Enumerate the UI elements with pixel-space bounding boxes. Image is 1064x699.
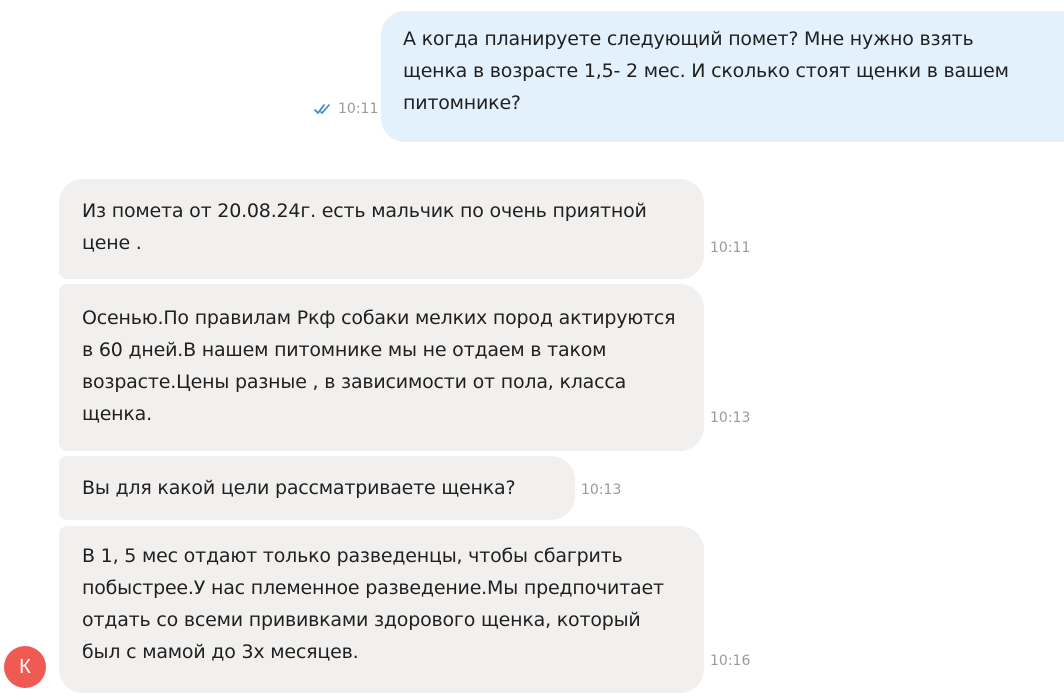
avatar-initial: К — [19, 656, 31, 678]
message-time: 10:11 — [710, 240, 751, 256]
message-text: Из помета от 20.08.24г. есть мальчик по … — [82, 200, 647, 254]
message-time: 10:11 — [338, 101, 379, 117]
outgoing-message-bubble[interactable]: А когда планируете следующий помет? Мне … — [381, 11, 1064, 142]
double-check-icon — [314, 104, 330, 114]
incoming-message-bubble[interactable]: В 1, 5 мес отдают только разведенцы, что… — [59, 526, 704, 693]
outgoing-message-meta: 10:11 — [314, 101, 378, 117]
message-text: Осенью.По правилам Ркф собаки мелких пор… — [82, 307, 676, 425]
incoming-message-bubble[interactable]: Осенью.По правилам Ркф собаки мелких пор… — [59, 284, 704, 451]
message-text: А когда планируете следующий помет? Мне … — [403, 28, 1009, 114]
message-text: Вы для какой цели рассматриваете щенка? — [82, 477, 516, 499]
message-text: В 1, 5 мес отдают только разведенцы, что… — [82, 545, 664, 663]
message-time: 10:16 — [710, 653, 751, 669]
incoming-message-bubble[interactable]: Из помета от 20.08.24г. есть мальчик по … — [59, 179, 704, 279]
sender-avatar[interactable]: К — [4, 646, 46, 688]
message-time: 10:13 — [710, 410, 751, 426]
message-time: 10:13 — [581, 482, 622, 498]
incoming-message-bubble[interactable]: Вы для какой цели рассматриваете щенка? — [59, 456, 575, 520]
